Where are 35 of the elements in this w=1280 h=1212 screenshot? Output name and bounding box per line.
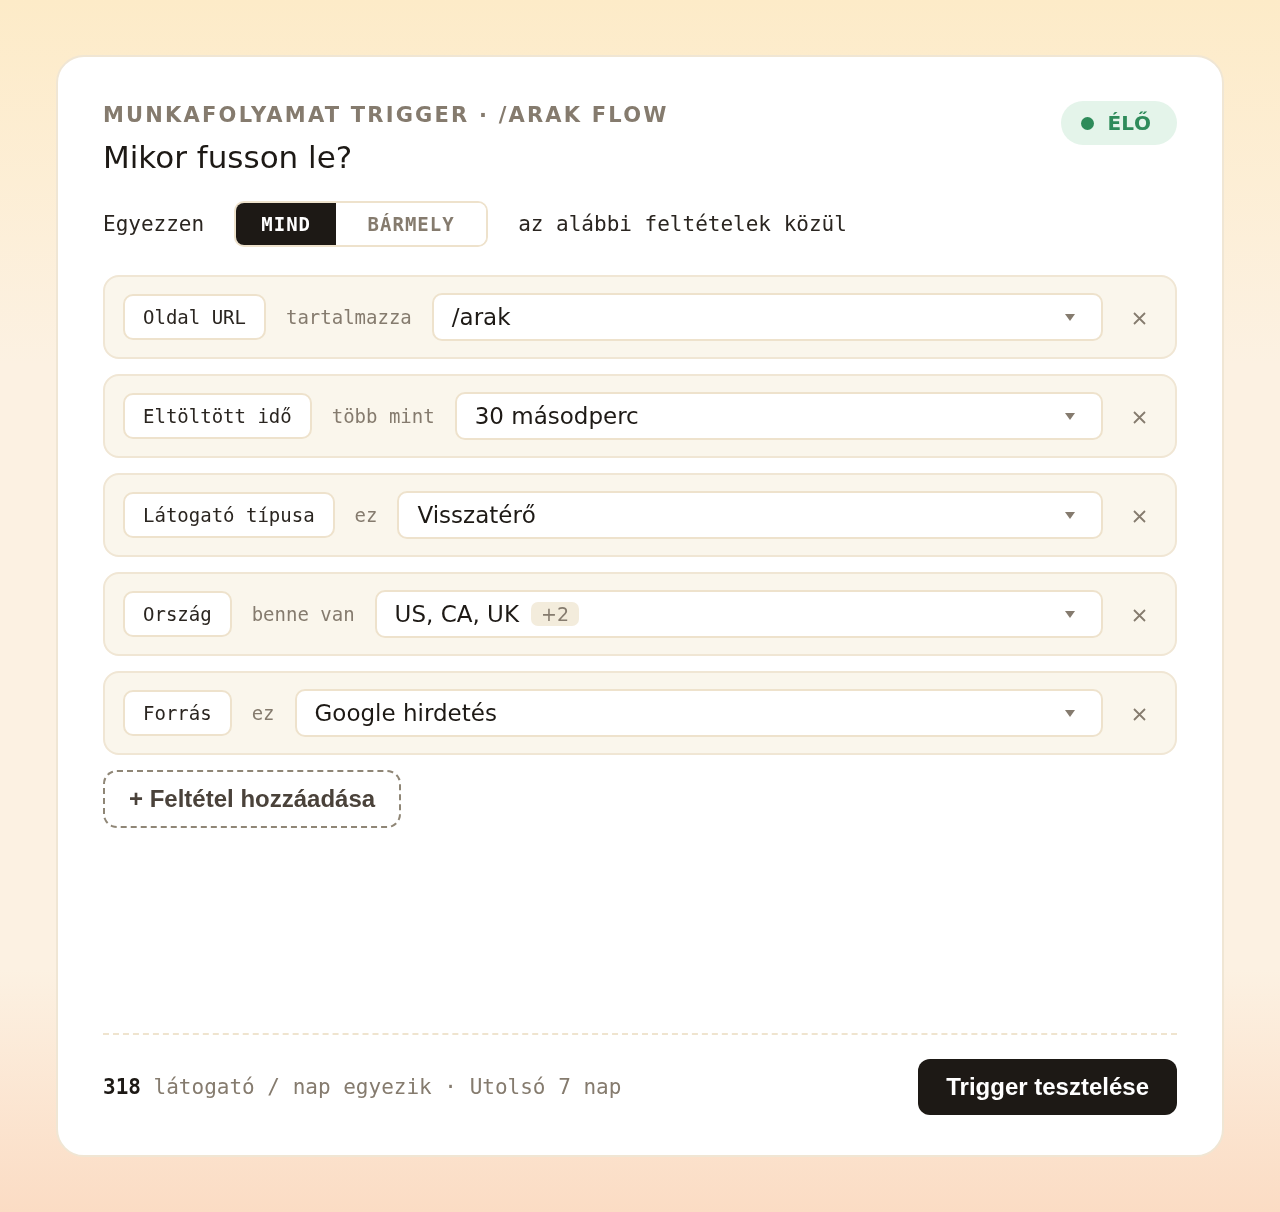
operator-label[interactable]: több mint	[331, 405, 435, 427]
caret-icon	[1065, 511, 1075, 519]
match-prefix: Egyezzen	[103, 212, 205, 236]
operator-label[interactable]: ez	[251, 702, 275, 724]
close-icon	[1132, 510, 1146, 523]
value-dropdown[interactable]: /arak	[431, 293, 1103, 341]
more-count-badge: +2	[531, 602, 579, 626]
value-dropdown[interactable]: Visszatérő	[397, 491, 1103, 539]
close-icon	[1132, 609, 1146, 622]
close-icon	[1132, 312, 1146, 325]
match-summary: 318 látogató / nap egyezik · Utolsó 7 nap	[103, 1075, 622, 1099]
close-icon	[1132, 708, 1146, 721]
operator-label[interactable]: tartalmazza	[285, 306, 412, 328]
add-condition-button[interactable]: + Feltétel hozzáadása	[103, 770, 402, 828]
test-trigger-button[interactable]: Trigger tesztelése	[918, 1059, 1177, 1115]
match-suffix: az alábbi feltételek közül	[518, 212, 847, 236]
caret-icon	[1065, 313, 1075, 321]
caret-icon	[1065, 709, 1075, 717]
match-option[interactable]: MIND	[236, 203, 337, 245]
field-dropdown[interactable]: Látogató típusa	[123, 492, 335, 538]
field-dropdown[interactable]: Ország	[123, 591, 232, 637]
value-dropdown[interactable]: US, CA, UK +2	[374, 590, 1103, 638]
field-dropdown[interactable]: Eltöltött idő	[123, 393, 312, 439]
caret-icon	[1065, 610, 1075, 618]
value-dropdown[interactable]: Google hirdetés	[294, 689, 1103, 737]
eyebrow-label: MUNKAFOLYAMAT TRIGGER · /ARAK FLOW	[103, 103, 669, 127]
page-title: Mikor fusson le?	[103, 139, 354, 175]
value-dropdown[interactable]: 30 másodperc	[454, 392, 1103, 440]
close-icon	[1132, 411, 1146, 424]
status-badge: ÉLŐ	[1060, 101, 1177, 145]
caret-icon	[1065, 412, 1075, 420]
field-dropdown[interactable]: Forrás	[123, 690, 232, 736]
field-dropdown[interactable]: Oldal URL	[123, 294, 266, 340]
operator-label[interactable]: ez	[354, 504, 378, 526]
operator-label[interactable]: benne van	[251, 603, 355, 625]
